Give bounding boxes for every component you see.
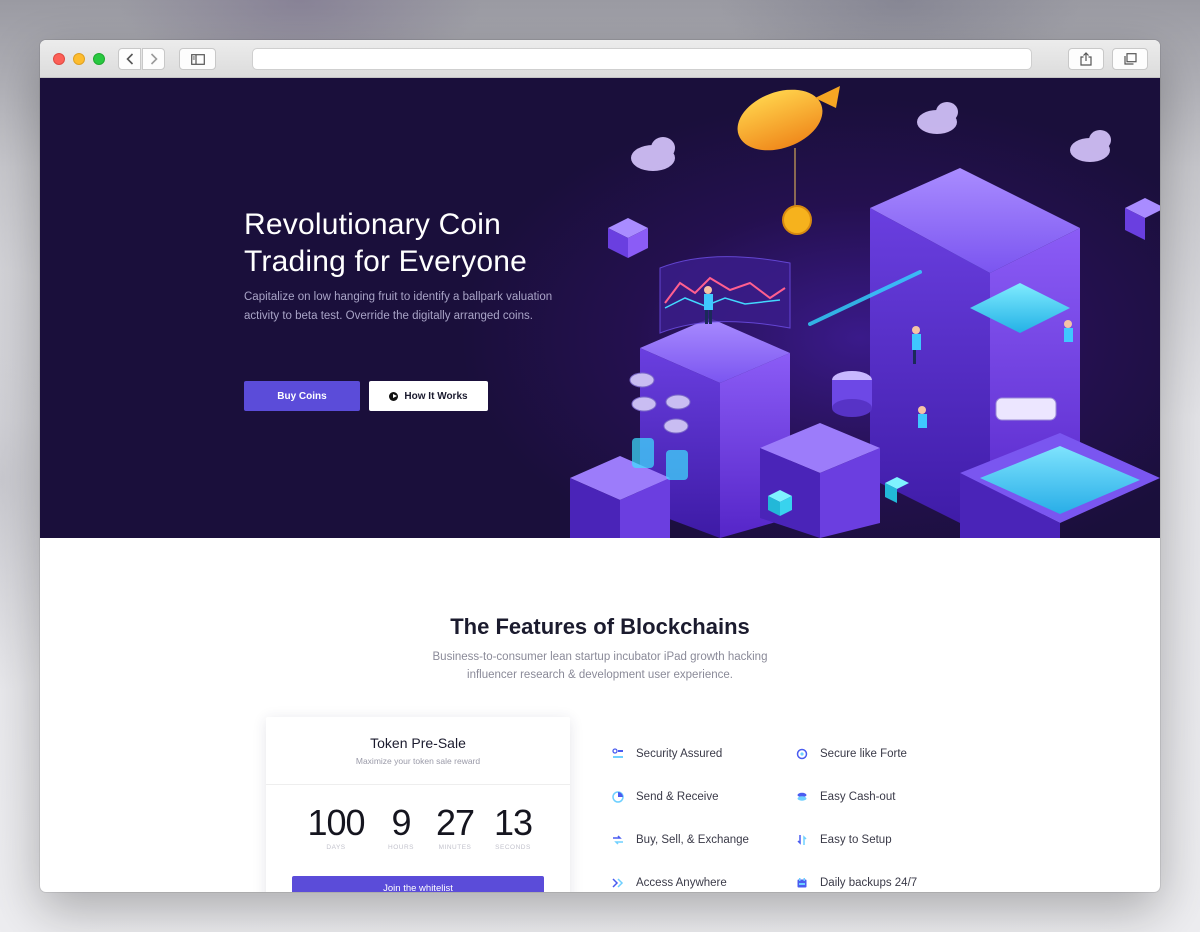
exchange-icon — [613, 835, 623, 845]
countdown-minutes: 27 MINUTES — [430, 802, 480, 852]
feature-item-buy-sell-exchange: Buy, Sell, & Exchange — [612, 834, 749, 846]
token-presale-card: Token Pre-Sale Maximize your token sale … — [266, 717, 570, 892]
coins-icon — [797, 792, 807, 801]
feature-item-send-receive: Send & Receive — [612, 791, 718, 803]
countdown-days: 100 DAYS — [302, 802, 370, 852]
share-button[interactable] — [1068, 48, 1104, 70]
features-title: The Features of Blockchains — [450, 614, 750, 639]
feature-label: Send & Receive — [636, 791, 719, 803]
access-icon — [612, 878, 624, 888]
hero-section: ₿ — [40, 78, 1160, 538]
feature-item-easy-cash-out: Easy Cash-out — [796, 791, 895, 803]
feature-item-easy-to-setup: Easy to Setup — [796, 834, 892, 846]
how-it-works-label: How It Works — [404, 390, 468, 402]
feature-item-secure-like-forte: Secure like Forte — [796, 748, 907, 760]
hero-text: Revolutionary Coin Trading for Everyone … — [244, 206, 574, 326]
countdown-days-value: 100 — [307, 802, 365, 843]
join-whitelist-button[interactable]: Join the whitelist — [292, 876, 544, 892]
feature-label: Easy to Setup — [820, 834, 892, 846]
isometric-blockchain-illustration: ₿ — [570, 86, 1160, 538]
send-receive-icon — [612, 791, 624, 803]
close-window-button[interactable] — [53, 53, 65, 65]
how-it-works-button[interactable]: How It Works — [369, 381, 488, 411]
feature-item-access-anywhere: Access Anywhere — [612, 877, 727, 889]
countdown-hours: 9 HOURS — [378, 802, 424, 852]
feature-item-daily-backups: Daily backups 24/7 — [796, 877, 917, 889]
browser-toolbar — [40, 40, 1160, 78]
back-button[interactable] — [118, 48, 141, 70]
tabs-icon — [1123, 53, 1137, 65]
presale-subtitle: Maximize your token sale reward — [355, 756, 481, 766]
backup-icon — [797, 878, 807, 888]
zoom-window-button[interactable] — [93, 53, 105, 65]
security-icon — [612, 748, 623, 758]
buy-coins-button[interactable]: Buy Coins — [244, 381, 360, 411]
countdown-hours-value: 9 — [391, 802, 411, 843]
hero-subtitle: Capitalize on low hanging fruit to ident… — [244, 291, 553, 322]
hero-title: Revolutionary Coin Trading for Everyone — [244, 208, 528, 278]
feature-label: Security Assured — [636, 748, 723, 760]
countdown-hours-label: HOURS — [388, 844, 414, 851]
sidebar-icon — [190, 53, 205, 65]
countdown-seconds-value: 13 — [493, 802, 533, 843]
feature-label: Access Anywhere — [636, 877, 727, 889]
countdown-days-label: DAYS — [326, 844, 346, 851]
feature-label: Daily backups 24/7 — [820, 877, 918, 889]
share-icon — [1080, 52, 1092, 66]
chevron-left-icon — [125, 53, 133, 65]
address-bar[interactable] — [252, 48, 1032, 70]
countdown-minutes-label: MINUTES — [438, 844, 472, 851]
shield-icon — [796, 748, 808, 760]
feature-label: Buy, Sell, & Exchange — [636, 834, 749, 846]
feature-label: Easy Cash-out — [820, 791, 896, 803]
countdown-seconds-label: SECONDS — [495, 844, 531, 851]
divider — [266, 784, 570, 785]
tabs-button[interactable] — [1112, 48, 1148, 70]
countdown-minutes-value: 27 — [435, 802, 475, 843]
minimize-window-button[interactable] — [73, 53, 85, 65]
feature-item-security-assured: Security Assured — [612, 748, 722, 760]
chevron-right-icon — [150, 53, 158, 65]
play-icon — [389, 391, 399, 401]
feature-label: Secure like Forte — [820, 748, 907, 760]
sidebar-toggle-button[interactable] — [179, 48, 216, 70]
setup-icon — [797, 835, 807, 845]
forward-button[interactable] — [142, 48, 165, 70]
countdown-seconds: 13 SECONDS — [488, 802, 538, 852]
features-subtitle: Business-to-consumer lean startup incuba… — [432, 651, 768, 681]
presale-title: Token Pre-Sale — [370, 735, 466, 751]
browser-window: ₿ — [40, 40, 1160, 892]
